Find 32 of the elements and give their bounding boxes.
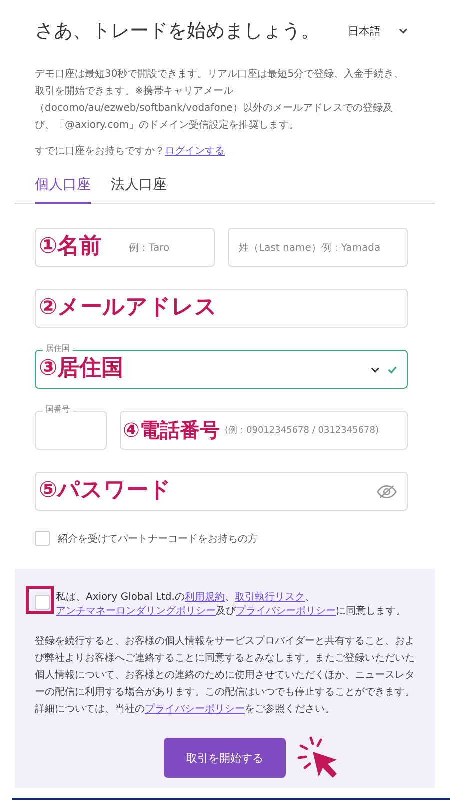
- field-label: 国番号: [43, 404, 73, 415]
- terms-text: 私は、Axiory Global Ltd.の利用規約、取引執行リスク、 アンチマネーロンダリングポリシー及びプライバシーポリシーに同意します。: [56, 591, 407, 619]
- page-title: さあ、トレードを始めましょう。: [35, 19, 320, 44]
- annotation-label: ①名前: [39, 233, 102, 261]
- input-field[interactable]: 姓（Last name）例：Yamada: [228, 228, 408, 267]
- account-tab[interactable]: 個人口座: [35, 170, 91, 204]
- checkbox-label: 紹介を受けてパートナーコードをお持ちの方: [58, 532, 258, 546]
- policy-link[interactable]: プライバシーポリシー: [145, 704, 245, 715]
- chevron-icon: [399, 28, 408, 34]
- account-tab[interactable]: 法人口座: [111, 170, 167, 204]
- field-label: 居住国: [43, 343, 73, 354]
- eye-icon: [377, 484, 397, 498]
- annotation-label: ⑤パスワード: [39, 477, 172, 505]
- checkbox[interactable]: [35, 595, 50, 610]
- start-trading-button[interactable]: 取引を開始する: [164, 738, 286, 778]
- policy-link[interactable]: 取引執行リスク: [234, 592, 305, 603]
- login-link[interactable]: ログインする: [165, 146, 225, 157]
- annotation-label: ②メールアドレス: [39, 294, 218, 322]
- checkbox[interactable]: [35, 531, 50, 546]
- country-select[interactable]: [35, 350, 408, 389]
- annotation-label: ③居住国: [39, 355, 124, 383]
- login-prompt: すでに口座をお持ちですか？: [35, 146, 165, 157]
- policy-link[interactable]: プライバシーポリシー: [236, 606, 336, 617]
- intro-text: デモ口座は最短30秒で開設できます。リアル口座は最短5分で登録、入金手続き、取引を開始できます。※携帯キャリアメール（docomo/au/ezweb/softbank/vodafone）以外のメールアドレスでの登録及び、「@axiory.com」のドメイン受信設定を推奨します。: [35, 68, 406, 133]
- chevron-icon: [371, 366, 380, 372]
- language-select[interactable]: 日本語: [348, 22, 408, 40]
- policy-link[interactable]: 利用規約: [184, 592, 225, 603]
- input-field[interactable]: [35, 289, 408, 328]
- policy-link[interactable]: アンチマネーロンダリングポリシー: [56, 606, 216, 617]
- privacy-notice: 登録を続行すると、お客様の個人情報をサービスプロバイダーと共有すること、および弊社よりお客様へご連絡することに同意するとみなします。またご登録いただいた個人情報について、お客様との連絡のために使用させていただくほか、ニュースレターの配信に利用する場合があります。この配信はいつでも停止することができます。詳細については、当社のプライバシーポリシーをご参照ください。: [35, 634, 415, 717]
- annotation-label: ④電話番号: [123, 417, 220, 444]
- password-field[interactable]: [35, 472, 408, 511]
